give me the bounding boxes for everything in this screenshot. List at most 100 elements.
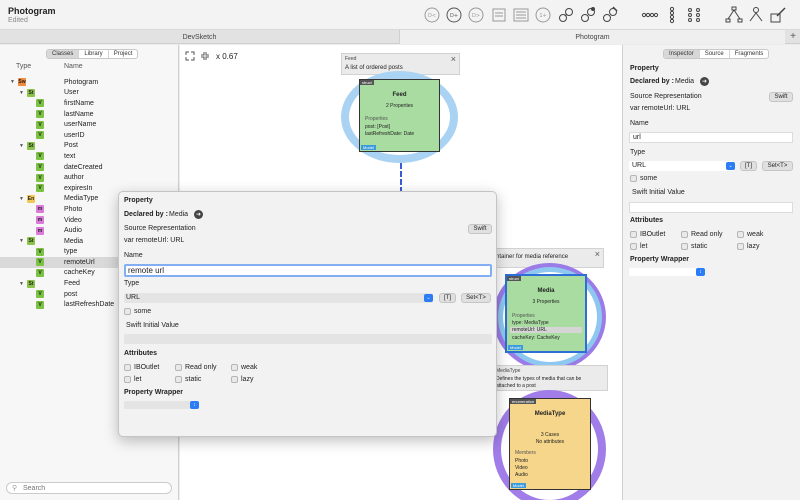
iboutlet-checkbox[interactable]: [124, 364, 131, 371]
lazy-checkbox[interactable]: [231, 376, 238, 383]
stepper-icon[interactable]: 1+: [533, 5, 553, 25]
lazy-checkbox[interactable]: [737, 243, 744, 250]
close-icon[interactable]: ×: [595, 249, 600, 259]
tree-item-label: cacheKey: [64, 269, 95, 277]
read-only-checkbox[interactable]: [681, 231, 688, 238]
set-type-button[interactable]: Set<T>: [461, 293, 491, 303]
var-badge-icon: V: [36, 99, 44, 108]
text-layout-icon[interactable]: [489, 5, 509, 25]
name-field[interactable]: url: [629, 132, 793, 143]
chevron-down-icon[interactable]: ⌄: [726, 162, 735, 170]
horizontal-dots-icon[interactable]: [640, 5, 660, 25]
dependency-b-icon[interactable]: D>: [466, 5, 486, 25]
set-type-button[interactable]: Set<T>: [762, 161, 793, 171]
link-edit-icon[interactable]: [600, 5, 620, 25]
add-tab-button[interactable]: +: [790, 30, 796, 44]
initial-value-field[interactable]: [629, 202, 793, 213]
grid-dots-icon[interactable]: [684, 5, 704, 25]
var-badge-icon: V: [36, 152, 44, 161]
tree-row[interactable]: VuserID: [0, 130, 178, 141]
swift-button[interactable]: Swift: [769, 92, 793, 102]
list-layout-icon[interactable]: [511, 5, 531, 25]
tab-photogram[interactable]: Photogram: [400, 30, 785, 44]
tab-devsketch[interactable]: DevSketch: [0, 30, 400, 44]
disclosure-triangle-icon[interactable]: ▼: [19, 238, 24, 244]
mediatype-entity-card[interactable]: enumeration MediaType 3 Cases No attribu…: [509, 398, 591, 490]
let-checkbox[interactable]: [630, 243, 637, 250]
static-checkbox[interactable]: [681, 243, 688, 250]
property-wrapper-select[interactable]: [629, 268, 705, 276]
array-type-button[interactable]: [T]: [439, 293, 456, 303]
disclosure-triangle-icon[interactable]: ▼: [19, 196, 24, 202]
weak-checkbox[interactable]: [231, 364, 238, 371]
segment-inspector[interactable]: Inspector: [664, 50, 700, 58]
array-type-button[interactable]: [T]: [740, 161, 757, 171]
tree-row[interactable]: VdateCreated: [0, 162, 178, 173]
link-icon[interactable]: [556, 5, 576, 25]
go-to-declaration-icon[interactable]: ➜: [194, 210, 203, 219]
property-popover: Property Declared by : Media ➜ Source Re…: [118, 191, 497, 437]
tree-row[interactable]: ▼ St User: [0, 88, 178, 99]
property-wrapper-label: Property Wrapper: [630, 256, 689, 263]
property-wrapper-select[interactable]: [124, 401, 199, 409]
segment-project[interactable]: Project: [109, 50, 138, 58]
tree-row[interactable]: ▼ St Post: [0, 141, 178, 152]
edit-layout-icon[interactable]: [768, 5, 788, 25]
zoom-fit-icon[interactable]: [185, 51, 195, 61]
mediatype-comment-note[interactable]: MediaType Defines the types of media tha…: [492, 365, 608, 391]
feed-entity-card[interactable]: struct Feed 2 Properties Properties post…: [359, 79, 440, 152]
zoom-reset-icon[interactable]: [200, 51, 210, 61]
static-checkbox[interactable]: [175, 376, 182, 383]
tree-item-label: Audio: [64, 227, 82, 235]
segment-fragments[interactable]: Fragments: [730, 50, 769, 58]
tree-item-label: firstName: [64, 99, 94, 107]
let-checkbox[interactable]: [124, 376, 131, 383]
name-label: Name: [630, 120, 649, 127]
some-checkbox[interactable]: [630, 175, 637, 182]
search-field: ⚲: [6, 482, 172, 494]
some-checkbox[interactable]: [124, 308, 131, 315]
tree-row[interactable]: VuserName: [0, 119, 178, 130]
go-to-declaration-icon[interactable]: ➜: [700, 77, 709, 86]
tree-row[interactable]: Vauthor: [0, 172, 178, 183]
type-select[interactable]: [124, 293, 433, 303]
dependency-a-icon[interactable]: D<: [422, 5, 442, 25]
disclosure-triangle-icon[interactable]: ▼: [10, 79, 15, 85]
source-representation-value: var remoteUrl: URL: [124, 237, 185, 244]
case-badge-icon: m: [36, 205, 44, 214]
disclosure-triangle-icon[interactable]: ▼: [19, 281, 24, 287]
segment-library[interactable]: Library: [79, 50, 109, 58]
model-badge: Model: [361, 145, 376, 150]
enum-badge-icon: En: [27, 194, 35, 203]
weak-checkbox[interactable]: [737, 231, 744, 238]
vertical-dots-icon[interactable]: [662, 5, 682, 25]
var-badge-icon: V: [36, 290, 44, 299]
disclosure-triangle-icon[interactable]: ▼: [19, 90, 24, 96]
tree-row[interactable]: Vtext: [0, 151, 178, 162]
close-icon[interactable]: ×: [451, 54, 456, 64]
chevron-updown-icon[interactable]: ↕: [696, 268, 705, 276]
iboutlet-checkbox[interactable]: [630, 231, 637, 238]
tree-row[interactable]: VfirstName: [0, 98, 178, 109]
segment-source[interactable]: Source: [700, 50, 730, 58]
column-header-name[interactable]: Name: [64, 63, 83, 70]
chevron-updown-icon[interactable]: ↕: [190, 401, 199, 409]
tree-item-label: Media: [64, 237, 84, 245]
node-layout-icon[interactable]: [746, 5, 766, 25]
initial-value-field[interactable]: [124, 334, 492, 344]
column-header-type[interactable]: Type: [16, 63, 31, 70]
disclosure-triangle-icon[interactable]: ▼: [19, 143, 24, 149]
swift-button[interactable]: Swift: [468, 224, 492, 234]
search-input[interactable]: [23, 483, 163, 493]
media-entity-card[interactable]: struct Media 3 Properties Properties typ…: [505, 274, 587, 353]
tree-row[interactable]: VlastName: [0, 109, 178, 120]
segment-classes[interactable]: Classes: [47, 50, 80, 58]
entity-property-selected: remoteUrl: URL: [510, 327, 582, 333]
read-only-checkbox[interactable]: [175, 364, 182, 371]
name-input[interactable]: [124, 264, 492, 277]
link-settings-icon[interactable]: [578, 5, 598, 25]
dependency-plus-icon[interactable]: D+: [444, 5, 464, 25]
chevron-down-icon[interactable]: ⌄: [424, 294, 433, 302]
tree-layout-icon[interactable]: [724, 5, 744, 25]
tree-row[interactable]: ▼ Sw Photogram: [0, 77, 178, 88]
